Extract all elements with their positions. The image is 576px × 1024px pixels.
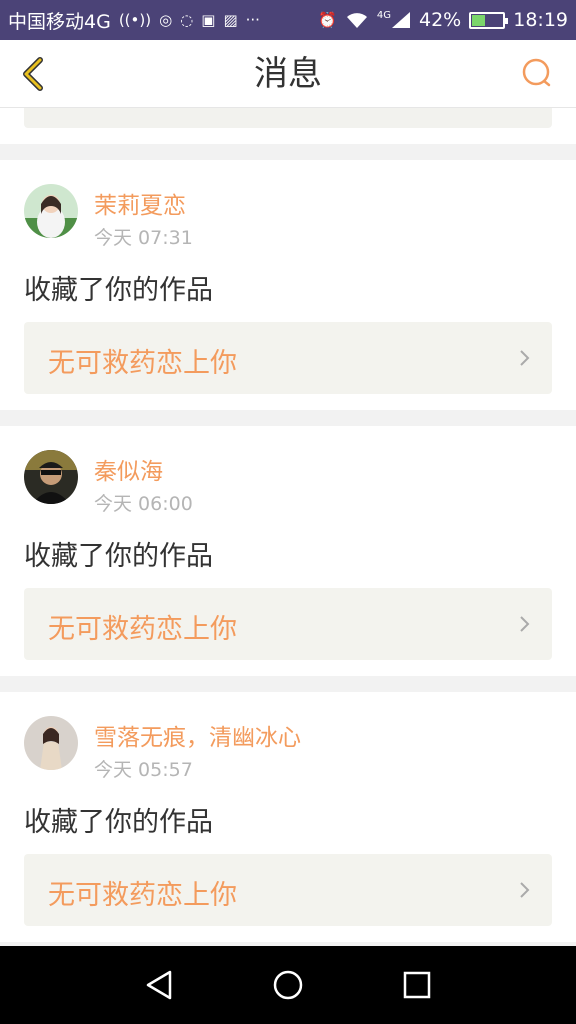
- location-icon: ◎: [159, 10, 173, 29]
- clock: 18:19: [513, 9, 568, 31]
- chat-icon: ◌: [180, 10, 194, 29]
- cellular-signal-icon: [392, 12, 410, 28]
- work-title: 无可救药恋上你: [48, 614, 237, 645]
- work-link[interactable]: 无可救药恋上你: [24, 322, 552, 394]
- alarm-icon: ⏰: [318, 10, 337, 29]
- avatar[interactable]: [24, 184, 78, 238]
- username[interactable]: 雪落无痕，清幽冰心: [94, 718, 301, 752]
- work-title: 无可救药恋上你: [48, 880, 237, 911]
- chevron-right-icon: [520, 350, 530, 366]
- message-time: 今天 05:57: [94, 759, 193, 781]
- carrier-label: 中国移动4G: [8, 10, 111, 33]
- message-time: 今天 06:00: [94, 493, 193, 515]
- back-triangle-icon[interactable]: [142, 968, 176, 1002]
- message-list[interactable]: 茉莉夏恋 今天 07:31 收藏了你的作品 无可救药恋上你 秦似海 今天 06:…: [0, 108, 576, 946]
- chevron-right-icon: [520, 616, 530, 632]
- work-link-partial[interactable]: [24, 108, 552, 128]
- avatar[interactable]: [24, 716, 78, 770]
- action-text: 收藏了你的作品: [24, 541, 213, 572]
- work-title: 无可救药恋上你: [48, 348, 237, 379]
- message-card: 茉莉夏恋 今天 07:31 收藏了你的作品 无可救药恋上你: [0, 160, 576, 410]
- avatar[interactable]: [24, 450, 78, 504]
- system-nav-bar: [0, 946, 576, 1024]
- page-title: 消息: [254, 54, 322, 94]
- image-icon: ▨: [223, 10, 238, 29]
- message-card: 雪落无痕，清幽冰心 今天 05:57 收藏了你的作品 无可救药恋上你: [0, 692, 576, 942]
- hotspot-icon: ((•)): [118, 10, 152, 29]
- work-link[interactable]: 无可救药恋上你: [24, 588, 552, 660]
- app-header: 消息: [0, 40, 576, 108]
- username[interactable]: 秦似海: [94, 452, 163, 486]
- username[interactable]: 茉莉夏恋: [94, 186, 186, 220]
- action-text: 收藏了你的作品: [24, 275, 213, 306]
- battery-fill: [472, 14, 485, 26]
- search-icon[interactable]: [520, 56, 554, 90]
- home-circle-icon[interactable]: [271, 968, 305, 1002]
- battery-icon: [469, 11, 509, 29]
- wifi-icon: [346, 13, 367, 28]
- message-card: 秦似海 今天 06:00 收藏了你的作品 无可救药恋上你: [0, 426, 576, 676]
- battery-percent: 42%: [419, 9, 462, 31]
- message-card-partial: [0, 108, 576, 144]
- message-time: 今天 07:31: [94, 227, 193, 249]
- more-notifications-icon: ···: [245, 10, 260, 29]
- network-type-label: 4G: [376, 9, 391, 21]
- status-bar: 中国移动4G ((•)) ◎ ◌ ▣ ▨ ··· ⏰ 4G 42% 18:19: [0, 0, 576, 40]
- action-text: 收藏了你的作品: [24, 807, 213, 838]
- work-link[interactable]: 无可救药恋上你: [24, 854, 552, 926]
- chevron-right-icon: [520, 882, 530, 898]
- wifi-app-icon: ▣: [201, 10, 216, 29]
- recent-apps-square-icon[interactable]: [400, 968, 434, 1002]
